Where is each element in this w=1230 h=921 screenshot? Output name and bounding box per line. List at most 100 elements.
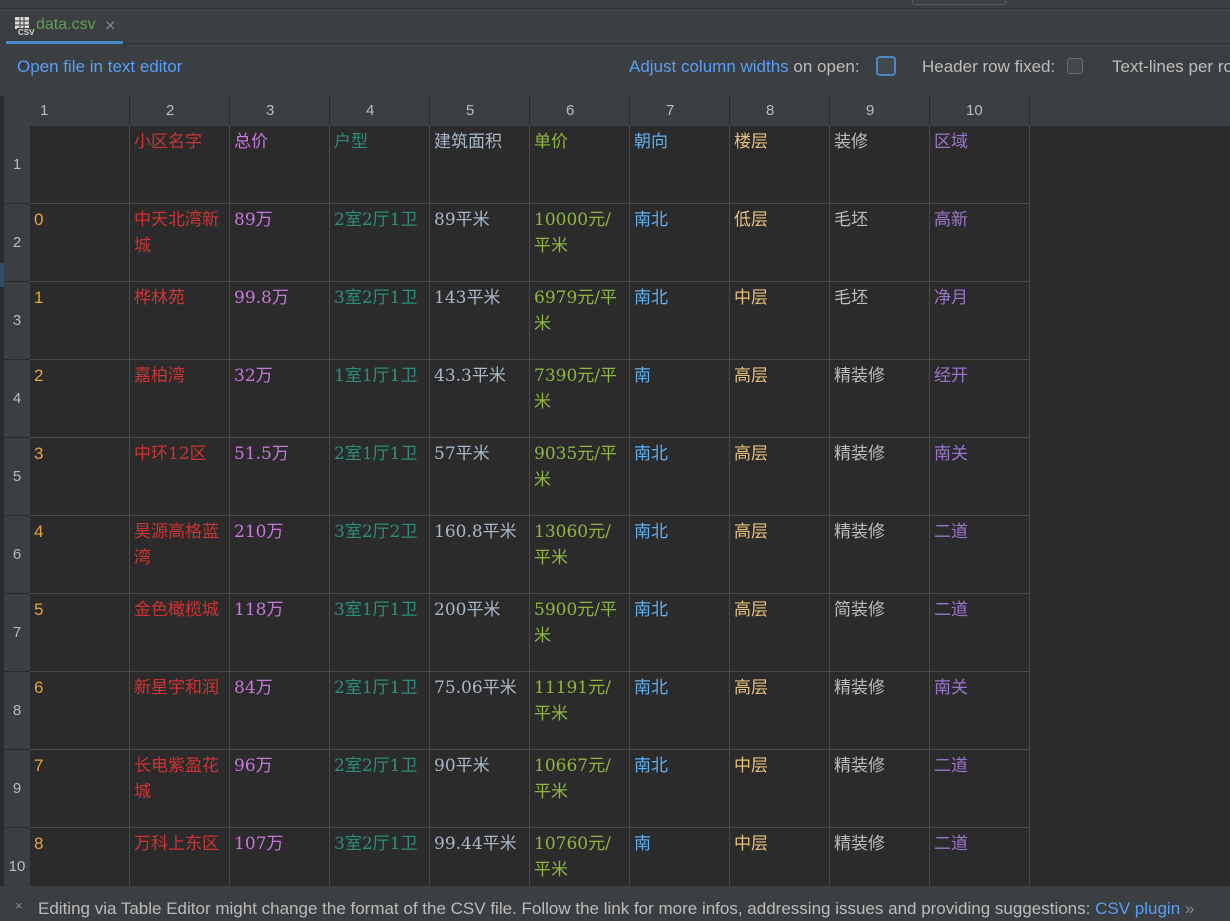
tab-data-csv[interactable]: CSV data.csv × (6, 9, 123, 44)
table-cell[interactable]: 143平米 (430, 282, 530, 360)
table-cell[interactable]: 3 (30, 438, 130, 516)
row-header-1[interactable]: 1 (4, 126, 30, 204)
table-cell[interactable]: 高层 (730, 594, 830, 672)
column-header-8[interactable]: 8 (730, 96, 830, 126)
table-cell[interactable]: 高层 (730, 360, 830, 438)
table-cell[interactable]: 中层 (730, 750, 830, 828)
table-cell[interactable]: 金色橄榄城 (130, 594, 230, 672)
table-cell[interactable]: 10667元/平米 (530, 750, 630, 828)
table-cell[interactable]: 长电紫盈花城 (130, 750, 230, 828)
table-cell[interactable]: 二道 (930, 750, 1030, 828)
row-header-9[interactable]: 9 (4, 750, 30, 828)
table-cell[interactable]: 精装修 (830, 516, 930, 594)
table-cell[interactable]: 7390元/平米 (530, 360, 630, 438)
table-cell[interactable]: 7 (30, 750, 130, 828)
row-header-6[interactable]: 6 (4, 516, 30, 594)
table-cell[interactable]: 南北 (630, 672, 730, 750)
column-header-9[interactable]: 9 (830, 96, 930, 126)
table-cell[interactable]: 10760元/平米 (530, 828, 630, 886)
table-cell[interactable]: 南 (630, 360, 730, 438)
table-cell[interactable]: 中层 (730, 828, 830, 886)
table-cell[interactable]: 2 (30, 360, 130, 438)
table-cell[interactable]: 32万 (230, 360, 330, 438)
column-header-4[interactable]: 4 (330, 96, 430, 126)
table-cell[interactable]: 3室1厅1卫 (330, 594, 430, 672)
table-cell[interactable]: 桦林苑 (130, 282, 230, 360)
table-cell[interactable]: 4 (30, 516, 130, 594)
column-header-5[interactable]: 5 (430, 96, 530, 126)
dismiss-notification-icon[interactable]: × (15, 898, 23, 913)
table-cell[interactable]: 精装修 (830, 750, 930, 828)
table-cell[interactable]: 毛坯 (830, 204, 930, 282)
table-cell[interactable]: 6 (30, 672, 130, 750)
table-cell[interactable]: 昊源高格蓝湾 (130, 516, 230, 594)
table-cell[interactable]: 二道 (930, 828, 1030, 886)
adjust-column-widths-link[interactable]: Adjust column widths (629, 57, 789, 76)
table-cell[interactable]: 南北 (630, 516, 730, 594)
table-cell[interactable]: 小区名字 (130, 126, 230, 204)
table-cell[interactable]: 精装修 (830, 672, 930, 750)
table-cell[interactable]: 10000元/平米 (530, 204, 630, 282)
table-cell[interactable]: 高新 (930, 204, 1030, 282)
row-header-7[interactable]: 7 (4, 594, 30, 672)
table-cell[interactable]: 99.8万 (230, 282, 330, 360)
table-cell[interactable]: 新星宇和润 (130, 672, 230, 750)
table-cell[interactable]: 经开 (930, 360, 1030, 438)
table-cell[interactable]: 朝向 (630, 126, 730, 204)
table-cell[interactable]: 中层 (730, 282, 830, 360)
table-cell[interactable]: 区域 (930, 126, 1030, 204)
table-cell[interactable]: 75.06平米 (430, 672, 530, 750)
table-cell[interactable]: 中环12区 (130, 438, 230, 516)
table-cell[interactable]: 5900元/平米 (530, 594, 630, 672)
table-cell[interactable]: 二道 (930, 516, 1030, 594)
table-cell[interactable]: 3室2厅1卫 (330, 828, 430, 886)
row-header-2[interactable]: 2 (4, 204, 30, 282)
row-header-8[interactable]: 8 (4, 672, 30, 750)
column-header-10[interactable]: 10 (930, 96, 1030, 126)
table-cell[interactable]: 南北 (630, 594, 730, 672)
adjust-column-widths-checkbox[interactable] (876, 56, 896, 76)
table-cell[interactable]: 南北 (630, 204, 730, 282)
csv-plugin-link[interactable]: CSV plugin (1095, 899, 1180, 918)
table-cell[interactable]: 南 (630, 828, 730, 886)
table-cell[interactable]: 净月 (930, 282, 1030, 360)
table-cell[interactable]: 南北 (630, 750, 730, 828)
open-in-text-editor-link[interactable]: Open file in text editor (17, 57, 182, 77)
row-header-10[interactable]: 10 (4, 828, 30, 886)
column-header-1[interactable]: 1 (4, 96, 130, 126)
table-cell[interactable]: 160.8平米 (430, 516, 530, 594)
table-cell[interactable]: 11191元/平米 (530, 672, 630, 750)
table-cell[interactable]: 二道 (930, 594, 1030, 672)
table-cell[interactable]: 43.3平米 (430, 360, 530, 438)
table-cell[interactable]: 高层 (730, 438, 830, 516)
table-cell[interactable]: 嘉柏湾 (130, 360, 230, 438)
table-cell[interactable]: 2室2厅1卫 (330, 750, 430, 828)
table-cell[interactable]: 精装修 (830, 828, 930, 886)
row-header-5[interactable]: 5 (4, 438, 30, 516)
table-cell[interactable]: 210万 (230, 516, 330, 594)
table-cell[interactable]: 107万 (230, 828, 330, 886)
row-header-3[interactable]: 3 (4, 282, 30, 360)
column-header-6[interactable]: 6 (530, 96, 630, 126)
table-cell[interactable]: 南北 (630, 438, 730, 516)
table-cell[interactable]: 总价 (230, 126, 330, 204)
table-cell[interactable]: 57平米 (430, 438, 530, 516)
table-cell[interactable]: 南关 (930, 672, 1030, 750)
column-header-2[interactable]: 2 (130, 96, 230, 126)
table-cell[interactable]: 高层 (730, 516, 830, 594)
chevron-right-icon[interactable]: » (1185, 899, 1194, 918)
table-cell[interactable]: 低层 (730, 204, 830, 282)
table-cell[interactable]: 2室1厅1卫 (330, 438, 430, 516)
table-cell[interactable]: 0 (30, 204, 130, 282)
column-header-7[interactable]: 7 (630, 96, 730, 126)
table-cell[interactable]: 5 (30, 594, 130, 672)
table-cell[interactable]: 6979元/平米 (530, 282, 630, 360)
table-cell[interactable]: 89平米 (430, 204, 530, 282)
table-cell[interactable]: 90平米 (430, 750, 530, 828)
table-cell[interactable]: 户型 (330, 126, 430, 204)
table-cell[interactable]: 1 (30, 282, 130, 360)
row-header-4[interactable]: 4 (4, 360, 30, 438)
table-cell[interactable] (30, 126, 130, 204)
table-cell[interactable]: 84万 (230, 672, 330, 750)
tab-close-icon[interactable]: × (104, 16, 117, 34)
